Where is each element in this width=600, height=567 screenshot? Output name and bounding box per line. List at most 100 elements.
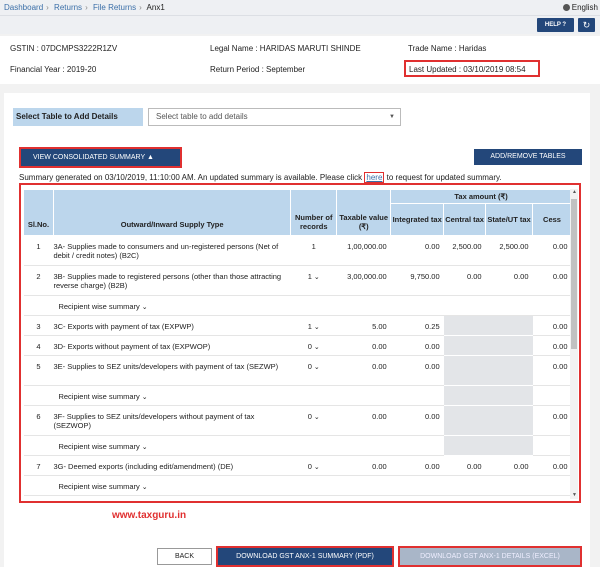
- row-slno: 1: [23, 235, 54, 266]
- row-cess: 0.00: [532, 455, 572, 476]
- row-records: 0: [307, 462, 312, 471]
- select-table-dropdown[interactable]: Select table to add details ▼: [148, 108, 401, 126]
- row-slno: 2: [23, 265, 54, 296]
- row-cess: 0.00: [532, 315, 572, 336]
- legal-name-text: Legal Name : HARIDAS MARUTI SHINDE: [210, 44, 361, 53]
- table-row: 3 3C- Exports with payment of tax (EXPWP…: [23, 315, 572, 336]
- row-records-dropdown[interactable]: 0 ⌄: [290, 335, 337, 356]
- recipient-summary-toggle[interactable]: Recipient wise summary ⌄: [53, 435, 444, 456]
- row-records-dropdown[interactable]: 0 ⌄: [290, 355, 337, 386]
- row-records-dropdown[interactable]: 0 ⌄: [290, 405, 337, 436]
- gstin-text: GSTIN : 07DCMPS3222R1ZV: [10, 44, 118, 53]
- breadcrumb-dashboard[interactable]: Dashboard: [4, 3, 43, 12]
- download-summary-pdf-button[interactable]: DOWNLOAD GST ANX-1 SUMMARY (PDF): [216, 546, 394, 567]
- download-details-excel-button[interactable]: DOWNLOAD GST ANX-1 DETAILS (EXCEL): [398, 546, 582, 567]
- row-integrated: 0.00: [390, 455, 444, 476]
- table-row: 6 3F- Supplies to SEZ units/developers w…: [23, 405, 572, 436]
- chevron-down-icon: ⌄: [141, 394, 148, 401]
- header-integrated: Integrated tax: [390, 203, 445, 236]
- chevron-down-icon: ⌄: [141, 444, 148, 451]
- select-table-label: Select Table to Add Details: [13, 108, 143, 126]
- row-taxable: 0.00: [336, 405, 391, 436]
- row-type: 3D- Exports without payment of tax (EXPW…: [53, 335, 291, 356]
- row-slno: 4: [23, 335, 54, 356]
- summary-note: Summary generated on 03/10/2019, 11:10:0…: [19, 172, 589, 183]
- language-selector[interactable]: English: [562, 3, 598, 12]
- breadcrumb-separator: ›: [139, 3, 142, 12]
- table-row: 2 3B- Supplies made to registered person…: [23, 265, 572, 296]
- chevron-down-icon: ⌄: [313, 324, 320, 331]
- row-integrated: 0.00: [390, 235, 444, 266]
- breadcrumb-separator: ›: [46, 3, 49, 12]
- chevron-down-icon: ⌄: [141, 484, 148, 491]
- row-taxable: 0.00: [336, 455, 391, 476]
- row-integrated: 9,750.00: [390, 265, 444, 296]
- row-taxable: 0.00: [336, 335, 391, 356]
- language-label: English: [571, 3, 598, 12]
- row-state: 0.00: [485, 265, 533, 296]
- scroll-down-icon[interactable]: ▼: [572, 492, 577, 498]
- scroll-up-icon[interactable]: ▲: [572, 189, 577, 195]
- row-type: 3G- Deemed exports (including edit/amend…: [53, 455, 291, 476]
- summary-note-text-end: to request for updated summary.: [384, 173, 502, 182]
- action-bar: [0, 16, 600, 34]
- last-updated-highlight: [404, 60, 540, 77]
- row-central-disabled: [443, 355, 486, 386]
- row-state-disabled: [485, 355, 533, 386]
- row-records: 0: [307, 412, 312, 421]
- table-row: 4 3D- Exports without payment of tax (EX…: [23, 335, 572, 356]
- recipient-summary-label: Recipient wise summary: [58, 442, 140, 451]
- request-summary-link[interactable]: here: [364, 172, 385, 183]
- view-consolidated-summary-button[interactable]: VIEW CONSOLIDATED SUMMARY ▲: [19, 147, 182, 168]
- row-type: 3E- Supplies to SEZ units/developers wit…: [53, 355, 291, 386]
- row-records-dropdown[interactable]: 1 ⌄: [290, 265, 337, 296]
- row-taxable: 3,00,000.00: [336, 265, 391, 296]
- row-records: 0: [307, 342, 312, 351]
- row-cess: 0.00: [532, 235, 572, 266]
- row-cess: 0.00: [532, 405, 572, 436]
- disabled-cell: [443, 435, 486, 456]
- header-records: Number of records: [290, 189, 338, 236]
- breadcrumb-separator: ›: [85, 3, 88, 12]
- help-button[interactable]: HELP ?: [537, 18, 574, 32]
- row-records-dropdown[interactable]: 0 ⌄: [290, 455, 337, 476]
- recipient-summary-row: Recipient wise summary ⌄: [23, 475, 572, 496]
- add-remove-tables-button[interactable]: ADD/REMOVE TABLES: [474, 149, 582, 165]
- header-cess: Cess: [532, 203, 572, 236]
- disabled-cell: [443, 385, 486, 406]
- row-type: 3F- Supplies to SEZ units/developers wit…: [53, 405, 291, 436]
- trade-name-text: Trade Name : Haridas: [408, 44, 487, 53]
- recipient-summary-toggle[interactable]: Recipient wise summary ⌄: [53, 385, 444, 406]
- summary-table: Sl.No. Outward/Inward Supply Type Number…: [23, 189, 572, 496]
- header-slno: Sl.No.: [23, 189, 54, 236]
- refresh-icon[interactable]: ↻: [578, 18, 595, 32]
- summary-table-container: Sl.No. Outward/Inward Supply Type Number…: [19, 183, 581, 503]
- return-period-text: Return Period : September: [210, 65, 306, 74]
- row-cess: 0.00: [532, 355, 572, 386]
- disabled-cell: [485, 435, 533, 456]
- header-supply-type: Outward/Inward Supply Type: [52, 189, 292, 236]
- recipient-summary-row: Recipient wise summary ⌄: [23, 435, 572, 456]
- row-integrated: 0.00: [390, 405, 444, 436]
- recipient-summary-toggle[interactable]: Recipient wise summary ⌄: [53, 295, 572, 316]
- chevron-down-icon: ⌄: [313, 274, 320, 281]
- row-central: 0.00: [443, 265, 486, 296]
- globe-icon: [562, 4, 570, 11]
- recipient-summary-toggle[interactable]: Recipient wise summary ⌄: [53, 475, 572, 496]
- row-records: 1: [307, 272, 312, 281]
- row-integrated: 0.25: [390, 315, 444, 336]
- scrollbar-thumb[interactable]: [571, 199, 577, 349]
- row-central: 2,500.00: [443, 235, 486, 266]
- row-records-dropdown[interactable]: 1 ⌄: [290, 315, 337, 336]
- chevron-down-icon: ⌄: [313, 364, 320, 371]
- back-button[interactable]: BACK: [157, 548, 212, 565]
- row-records: 0: [307, 362, 312, 371]
- breadcrumb-returns[interactable]: Returns: [54, 3, 82, 12]
- breadcrumb-file-returns[interactable]: File Returns: [93, 3, 136, 12]
- row-central-disabled: [443, 335, 486, 356]
- recipient-summary-row: Recipient wise summary ⌄: [23, 385, 572, 406]
- row-integrated: 0.00: [390, 355, 444, 386]
- row-state: 2,500.00: [485, 235, 533, 266]
- chevron-down-icon: ▼: [389, 114, 395, 120]
- chevron-down-icon: ⌄: [313, 464, 320, 471]
